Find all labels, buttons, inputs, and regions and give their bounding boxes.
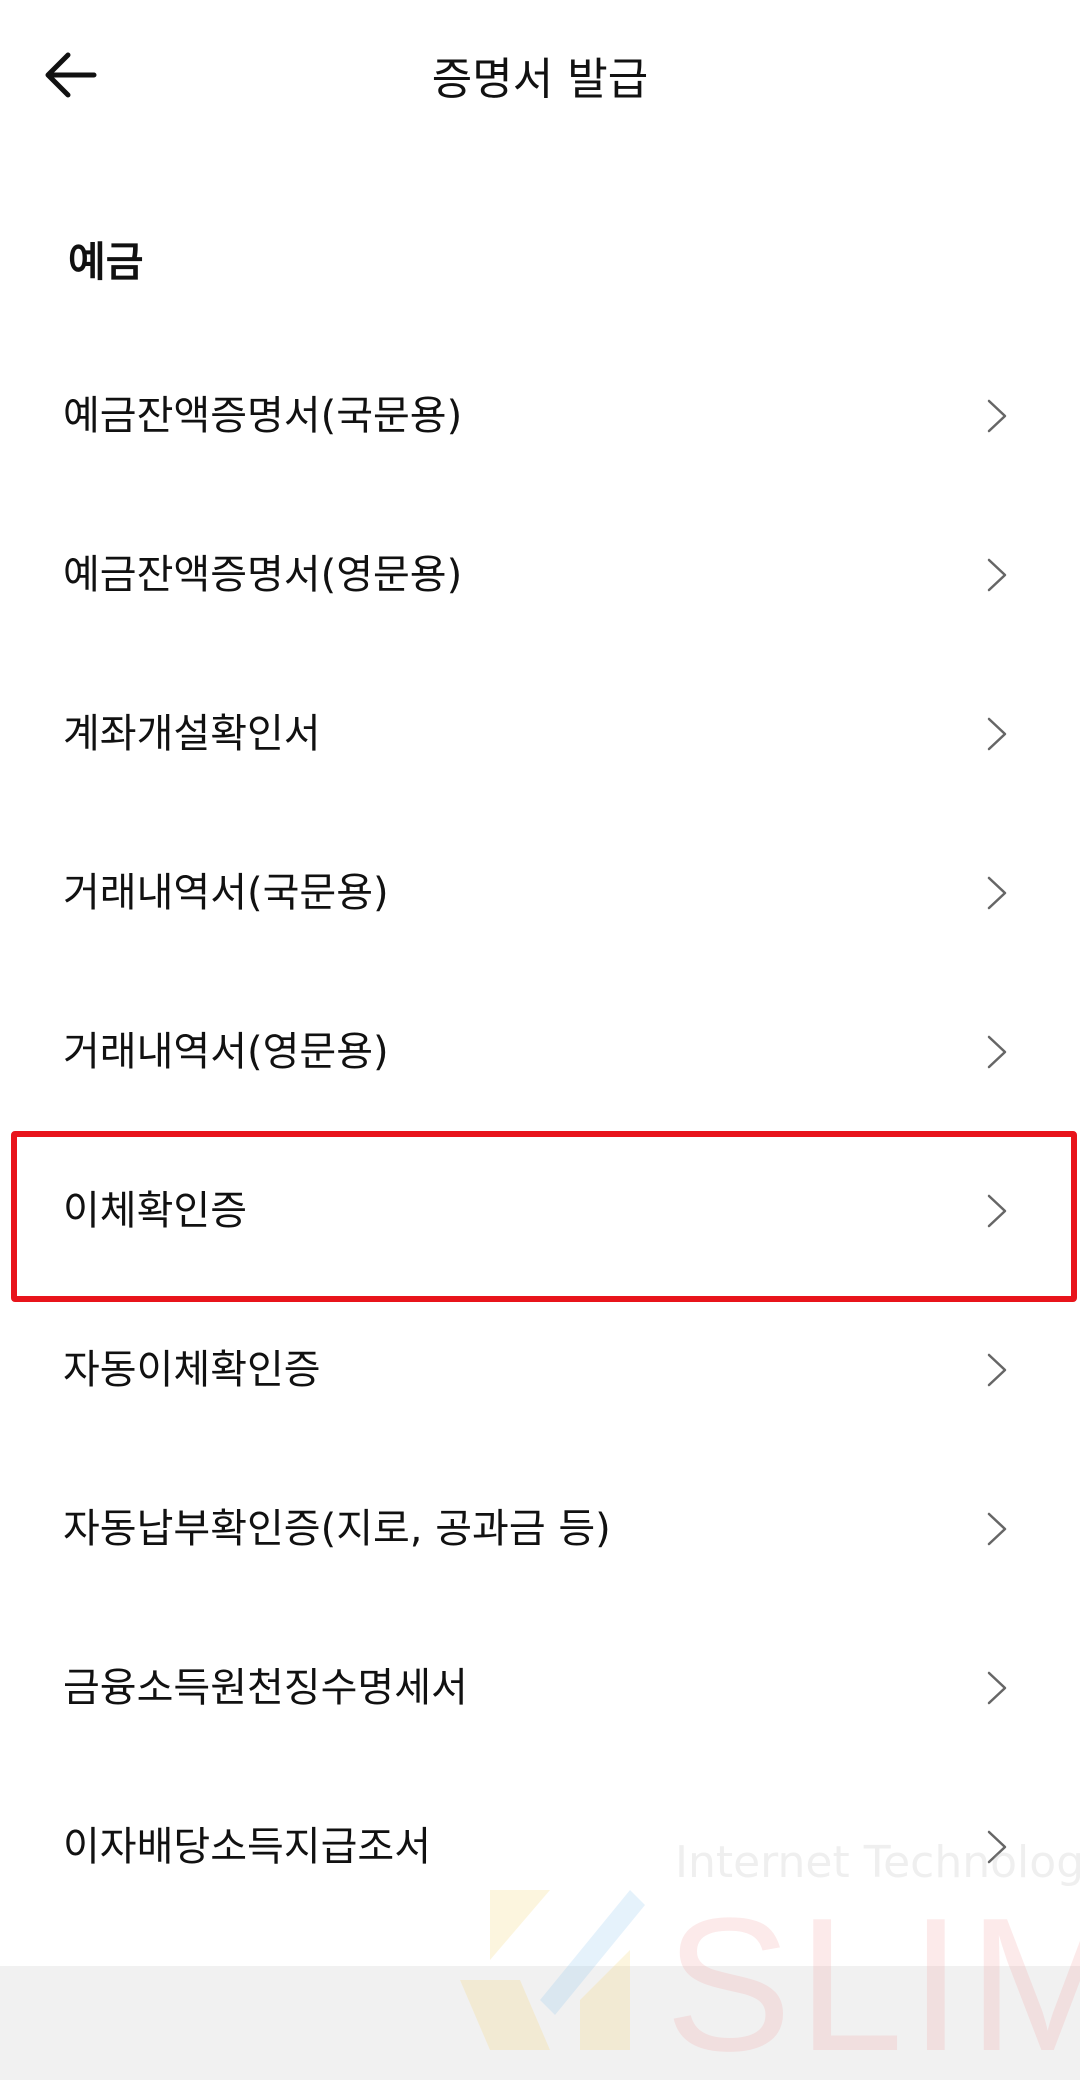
menu-item-financial-income-withholding[interactable]: 금융소득원천징수명세서 [0,1608,1080,1767]
bottom-bar [0,1966,1080,2080]
section-label-deposit: 예금 [68,238,144,286]
chevron-right-icon [987,876,1007,910]
menu-item-transaction-history-korean[interactable]: 거래내역서(국문용) [0,813,1080,972]
chevron-right-icon [987,1512,1007,1546]
app-header: 증명서 발급 [0,0,1080,160]
chevron-right-icon [987,1830,1007,1864]
menu-item-label: 자동이체확인증 [63,1347,321,1393]
chevron-right-icon [987,399,1007,433]
chevron-right-icon [987,1035,1007,1069]
menu-item-label: 거래내역서(영문용) [63,1029,389,1075]
menu-item-label: 이체확인증 [63,1188,247,1234]
menu-item-deposit-balance-english[interactable]: 예금잔액증명서(영문용) [0,495,1080,654]
chevron-right-icon [987,717,1007,751]
page-title: 증명서 발급 [431,54,649,105]
menu-item-label: 예금잔액증명서(국문용) [63,393,463,439]
chevron-right-icon [987,1671,1007,1705]
certificate-menu-list: 예금잔액증명서(국문용) 예금잔액증명서(영문용) 계좌개설확인서 거래내역서(… [0,336,1080,1926]
menu-item-transaction-history-english[interactable]: 거래내역서(영문용) [0,972,1080,1131]
chevron-right-icon [987,1194,1007,1228]
menu-item-label: 자동납부확인증(지로, 공과금 등) [63,1506,611,1552]
menu-item-deposit-balance-korean[interactable]: 예금잔액증명서(국문용) [0,336,1080,495]
chevron-right-icon [987,558,1007,592]
menu-item-interest-dividend-statement[interactable]: 이자배당소득지급조서 [0,1767,1080,1926]
menu-item-label: 거래내역서(국문용) [63,870,389,916]
menu-item-label: 금융소득원천징수명세서 [63,1665,468,1711]
menu-item-label: 이자배당소득지급조서 [63,1824,431,1870]
menu-item-label: 예금잔액증명서(영문용) [63,552,463,598]
chevron-right-icon [987,1353,1007,1387]
menu-item-auto-transfer-confirmation[interactable]: 자동이체확인증 [0,1290,1080,1449]
menu-item-auto-payment-confirmation[interactable]: 자동납부확인증(지로, 공과금 등) [0,1449,1080,1608]
menu-item-transfer-confirmation[interactable]: 이체확인증 [0,1131,1080,1290]
menu-item-account-opening-confirmation[interactable]: 계좌개설확인서 [0,654,1080,813]
menu-item-label: 계좌개설확인서 [63,711,321,757]
